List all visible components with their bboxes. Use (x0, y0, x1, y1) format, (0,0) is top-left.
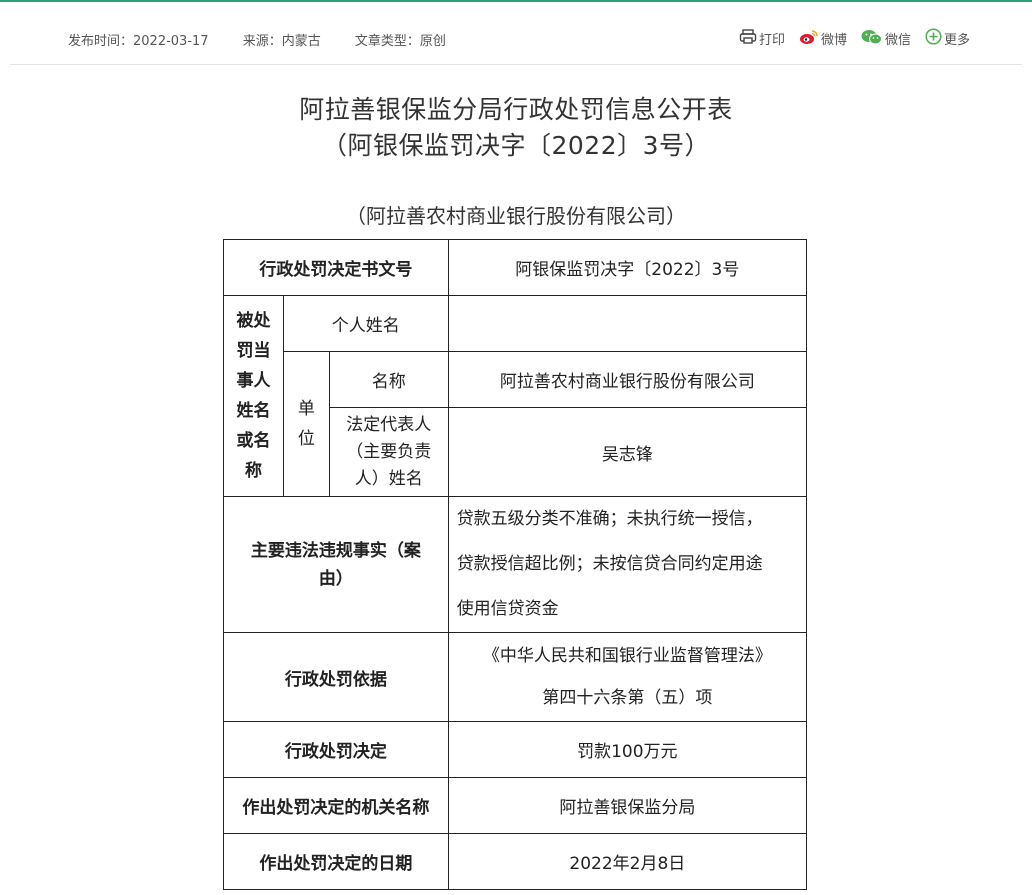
authority-value: 阿拉善银保监分局 (447, 777, 808, 834)
printer-icon (739, 28, 759, 49)
source: 来源：内蒙古 (242, 34, 321, 49)
legal-rep-value: 吴志锋 (447, 407, 808, 497)
table-row: 行政处罚决定书文号 阿银保监罚决字〔2022〕3号 (223, 239, 808, 296)
meta-bar: 发布时间：2022-03-17 来源：内蒙古 文章类型：原创 打印 微博 微信 (0, 22, 1032, 54)
table-row: 作出处罚决定的日期 2022年2月8日 (223, 833, 808, 890)
page-title: 阿拉善银保监分局行政处罚信息公开表 (299, 95, 733, 124)
decision-date-label: 作出处罚决定的日期 (223, 833, 449, 890)
wechat-share-button[interactable]: 微信 (861, 29, 911, 49)
article-type: 文章类型：原创 (354, 34, 446, 49)
weibo-label: 微博 (820, 33, 847, 48)
table-row: 被处 罚当 事人 姓名 或名 称 个人姓名 (223, 295, 808, 497)
decision-date-value: 2022年2月8日 (447, 833, 808, 890)
penalty-info-table: 行政处罚决定书文号 阿银保监罚决字〔2022〕3号 被处 罚当 事人 姓名 或名… (223, 239, 808, 890)
legal-rep-label: 法定代表人 （主要负责 人）姓名 (328, 407, 449, 497)
penalty-decision-label: 行政处罚决定 (223, 721, 449, 778)
table-row: 行政处罚决定 罚款100万元 (223, 721, 808, 778)
violation-facts-value: 贷款五级分类不准确；未执行统一授信， 贷款授信超比例；未按信贷合同约定用途 使用… (447, 496, 808, 633)
penalty-basis-value: 《中华人民共和国银行业监督管理法》 第四十六条第（五）项 (447, 632, 808, 722)
table-row: 行政处罚依据 《中华人民共和国银行业监督管理法》 第四十六条第（五）项 (223, 632, 808, 722)
weibo-icon (799, 29, 821, 49)
personal-name-label: 个人姓名 (282, 295, 449, 352)
party-label: 被处 罚当 事人 姓名 或名 称 (223, 295, 284, 497)
article-meta: 发布时间：2022-03-17 来源：内蒙古 文章类型：原创 (68, 30, 476, 49)
top-accent-line (0, 0, 1032, 2)
print-label: 打印 (758, 33, 785, 48)
wechat-label: 微信 (884, 33, 911, 48)
page-subtitle: （阿拉善农村商业银行股份有限公司） (346, 204, 686, 228)
table-row: 主要违法违规事实（案 由） 贷款五级分类不准确；未执行统一授信， 贷款授信超比例… (223, 496, 808, 633)
table-row: 作出处罚决定的机关名称 阿拉善银保监分局 (223, 777, 808, 834)
authority-label: 作出处罚决定的机关名称 (223, 777, 449, 834)
doc-number-value: 阿银保监罚决字〔2022〕3号 (447, 239, 808, 296)
unit-label: 单 位 (282, 351, 330, 497)
plus-circle-icon (925, 28, 944, 49)
unit-name-label: 名称 (328, 351, 449, 408)
table-row: 单 位 名称 阿拉善农村商业银行股份有限公司 (224, 351, 808, 497)
share-bar: 打印 微博 微信 更多 (725, 28, 970, 49)
print-button[interactable]: 打印 (739, 28, 785, 49)
separator (10, 64, 1022, 65)
penalty-decision-value: 罚款100万元 (447, 721, 808, 778)
publish-time: 发布时间：2022-03-17 (68, 34, 209, 49)
more-label: 更多 (943, 33, 970, 48)
wechat-icon (861, 29, 885, 49)
penalty-basis-label: 行政处罚依据 (223, 632, 449, 722)
weibo-share-button[interactable]: 微博 (799, 29, 847, 49)
page-title-doc-number: （阿银保监罚决字〔2022〕3号） (321, 131, 711, 160)
violation-facts-label: 主要违法违规事实（案 由） (223, 496, 449, 633)
more-share-button[interactable]: 更多 (925, 28, 970, 49)
unit-name-value: 阿拉善农村商业银行股份有限公司 (447, 351, 808, 408)
doc-number-label: 行政处罚决定书文号 (223, 239, 449, 296)
personal-name-value (447, 295, 808, 352)
